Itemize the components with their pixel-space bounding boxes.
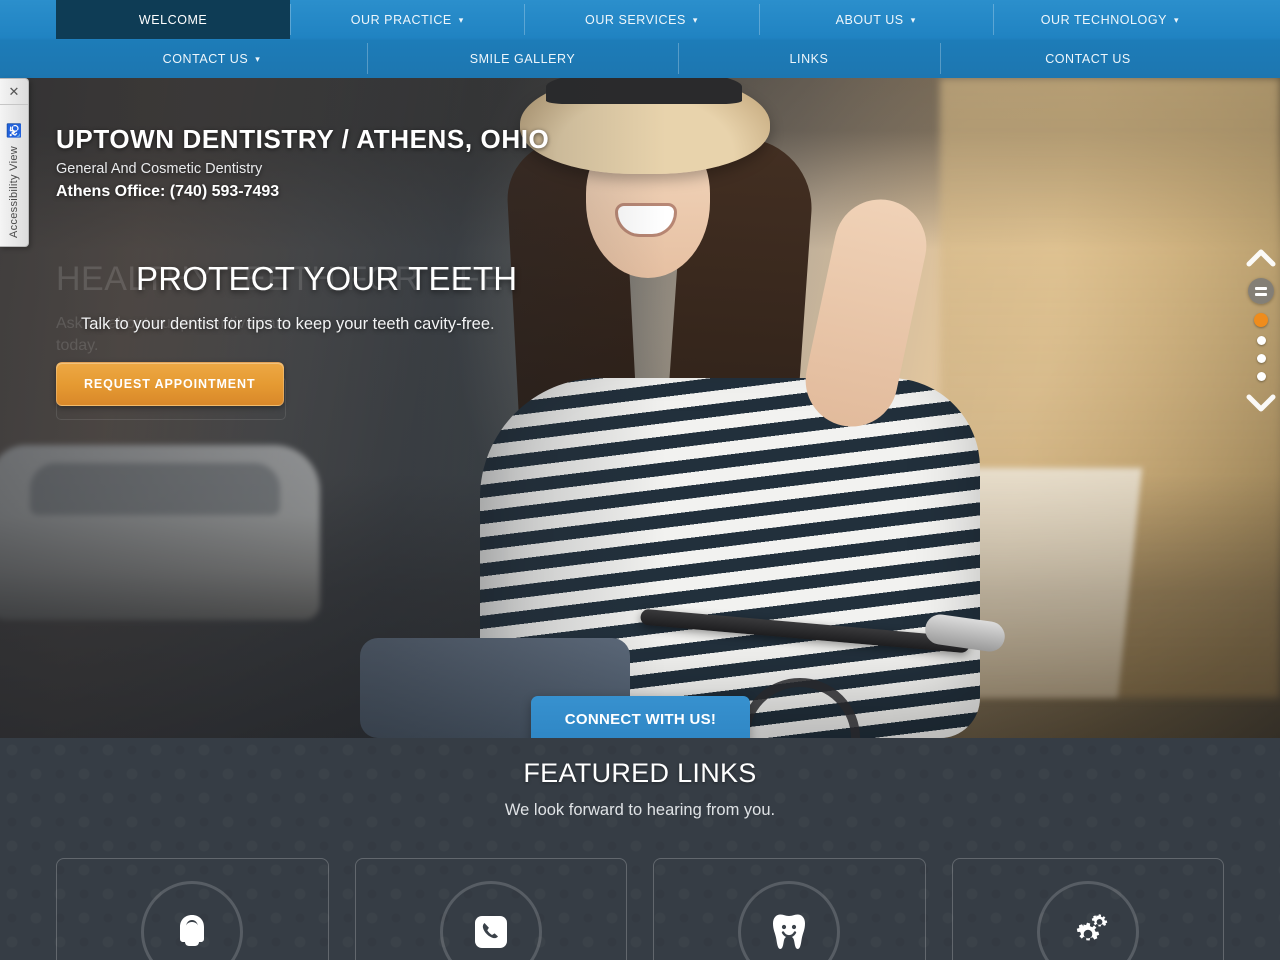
featured-links-section: FEATURED LINKS We look forward to hearin… [0, 738, 1280, 960]
nav-item-smile-gallery[interactable]: SMILE GALLERY [367, 39, 678, 78]
practice-name: UPTOWN DENTISTRY / ATHENS, OHIO [56, 124, 550, 154]
connect-title: CONNECT WITH US! [564, 711, 717, 728]
slider-controls [1242, 247, 1280, 442]
slide-dot-4[interactable] [1256, 372, 1266, 381]
hat-band [546, 78, 742, 104]
slide-body: Talk to your dentist for tips to keep yo… [81, 315, 495, 333]
pause-button[interactable] [1248, 278, 1274, 304]
practice-phone[interactable]: Athens Office: (740) 593-7493 [56, 183, 549, 201]
nav-item-label: CONTACT US [1045, 51, 1131, 66]
accessibility-widget[interactable]: ✕ Accessibility View ♿ [0, 78, 29, 247]
nav-item-label: WELCOME [138, 12, 208, 27]
accessibility-body: Accessibility View ♿ [6, 105, 22, 246]
nav-right-spacer-2 [1236, 39, 1280, 78]
smiling-tooth-icon [773, 914, 806, 949]
slide-dot-1[interactable] [1254, 313, 1268, 327]
parked-car-blur [0, 445, 320, 620]
featured-subtitle: We look forward to hearing from you. [504, 801, 776, 819]
featured-card-person[interactable] [56, 858, 329, 960]
practice-tagline: General And Cosmetic Dentistry [56, 161, 263, 177]
nav-item-our-practice[interactable]: OUR PRACTICE ▾ [290, 0, 524, 39]
nav-item-label: OUR TECHNOLOGY [1040, 12, 1167, 27]
chevron-down-icon: ▾ [692, 15, 698, 25]
chevron-down-icon: ▾ [910, 15, 916, 25]
accessibility-label: Accessibility View [8, 145, 20, 238]
icon-circle [738, 881, 841, 960]
main-navigation: WELCOME OUR PRACTICE ▾ OUR SERVICES ▾ AB… [0, 0, 1280, 78]
nav-item-label: LINKS [789, 51, 829, 66]
nav-item-label: SMILE GALLERY [469, 51, 576, 66]
pause-bar [1255, 286, 1267, 290]
phone-icon [474, 916, 507, 948]
nav-item-our-technology[interactable]: OUR TECHNOLOGY ▾ [992, 0, 1227, 39]
icon-circle [1036, 881, 1139, 960]
pause-bar [1255, 292, 1267, 296]
person-icon [180, 915, 205, 946]
nav-right-spacer [1227, 0, 1280, 39]
featured-card-smiling-tooth[interactable] [653, 858, 926, 960]
nav-item-label: ABOUT US [835, 12, 904, 27]
nav-item-contact-us-dropdown[interactable]: CONTACT US ▾ [56, 39, 367, 78]
featured-card-gears[interactable] [951, 858, 1224, 960]
request-appointment-button[interactable]: REQUEST APPOINTMENT [56, 362, 284, 406]
slide-heading: PROTECT YOUR TEETH [136, 260, 518, 297]
icon-circle [439, 881, 542, 960]
slide-content: HEALTHY TEETH FOR LIFE Ask us about our … [0, 260, 1280, 420]
chevron-down-icon: ▾ [458, 15, 464, 25]
chevron-down-icon: ▾ [1174, 15, 1180, 25]
accessibility-icon: ♿ [5, 122, 23, 138]
connect-with-us-panel: CONNECT WITH US! f [531, 696, 750, 738]
close-icon[interactable]: ✕ [0, 79, 28, 105]
nav-item-contact-us[interactable]: CONTACT US [940, 39, 1236, 78]
slide-dot-2[interactable] [1256, 336, 1266, 345]
chevron-down-icon-slider[interactable] [1246, 392, 1276, 414]
nav-item-links[interactable]: LINKS [678, 39, 940, 78]
nav-item-label: OUR SERVICES [585, 12, 686, 27]
nav-left-spacer-2 [0, 39, 56, 78]
icon-circle [141, 881, 244, 960]
hero-slider: UPTOWN DENTISTRY / ATHENS, OHIO General … [0, 78, 1280, 738]
nav-item-welcome[interactable]: WELCOME [56, 0, 291, 39]
featured-cards [0, 858, 1280, 960]
nav-item-label: CONTACT US [162, 51, 249, 66]
chevron-up-icon[interactable] [1246, 247, 1276, 269]
nav-item-our-services[interactable]: OUR SERVICES ▾ [524, 0, 758, 39]
practice-header: UPTOWN DENTISTRY / ATHENS, OHIO General … [56, 124, 549, 201]
gears-icon [1076, 914, 1108, 941]
slide-dot-3[interactable] [1256, 354, 1266, 363]
featured-card-phone[interactable] [354, 858, 627, 960]
slide-dots [1254, 313, 1268, 381]
nav-item-label: OUR PRACTICE [350, 12, 452, 27]
chevron-down-icon: ▾ [255, 54, 261, 64]
nav-item-about-us[interactable]: ABOUT US ▾ [758, 0, 993, 39]
active-slide: PROTECT YOUR TEETH Talk to your dentist … [0, 260, 1280, 406]
featured-title: FEATURED LINKS [523, 758, 757, 788]
nav-left-spacer [0, 0, 56, 39]
nav-row-primary: WELCOME OUR PRACTICE ▾ OUR SERVICES ▾ AB… [0, 0, 1280, 39]
nav-row-secondary: CONTACT US ▾ SMILE GALLERY LINKS CONTACT… [0, 39, 1280, 78]
